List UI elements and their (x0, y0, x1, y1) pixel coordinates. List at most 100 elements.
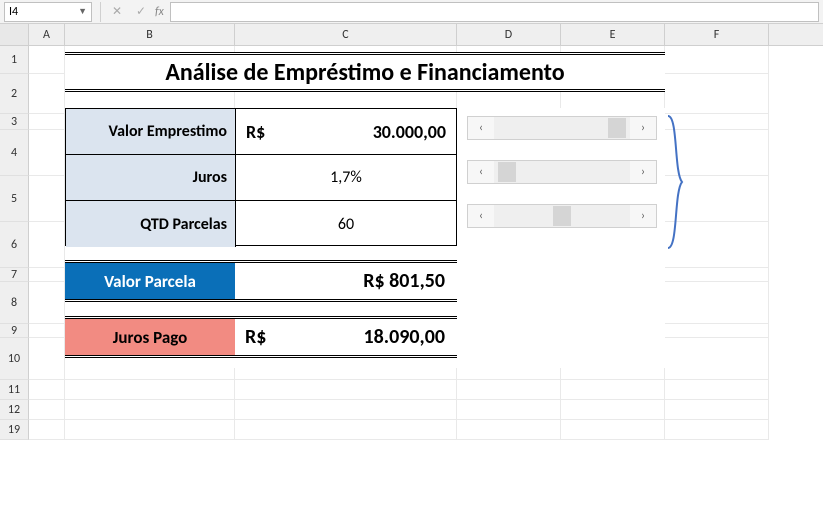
cell[interactable] (29, 282, 65, 324)
arrow-right-icon[interactable]: › (630, 205, 656, 227)
col-header-c[interactable]: C (235, 24, 457, 45)
chevron-down-icon: ▼ (78, 6, 87, 17)
cell[interactable] (29, 114, 65, 130)
scrollbar-thumb[interactable] (498, 162, 516, 182)
divider (100, 2, 101, 22)
row-header[interactable]: 3 (0, 114, 29, 130)
table-row: Juros 1,7% (66, 155, 456, 201)
scrollbar-parcelas[interactable]: ‹ › (467, 204, 657, 228)
cell[interactable] (561, 380, 665, 400)
scrollbar-track[interactable] (494, 117, 630, 139)
formula-input[interactable] (170, 2, 819, 22)
row-header[interactable]: 8 (0, 282, 29, 324)
col-header-b[interactable]: B (65, 24, 235, 45)
value-juros-pago[interactable]: R$ 18.090,00 (235, 319, 457, 355)
cell[interactable] (561, 400, 665, 420)
cell[interactable] (457, 46, 561, 74)
value-qtd-parcelas[interactable]: 60 (236, 201, 456, 247)
row-header[interactable]: 1 (0, 46, 29, 74)
row-header[interactable]: 2 (0, 74, 29, 114)
row-header[interactable]: 10 (0, 338, 29, 380)
cell[interactable] (29, 420, 65, 440)
row-header[interactable]: 7 (0, 268, 29, 282)
arrow-right-icon[interactable]: › (630, 117, 656, 139)
cell[interactable] (665, 130, 769, 176)
amount: 30.000,00 (373, 121, 446, 143)
scrollbar-juros[interactable]: ‹ › (467, 160, 657, 184)
cell[interactable] (29, 46, 65, 74)
cell[interactable] (29, 222, 65, 268)
cell[interactable] (561, 46, 665, 74)
confirm-icon[interactable]: ✓ (131, 2, 151, 22)
loan-inputs-table: Valor Emprestimo R$ 30.000,00 Juros 1,7%… (65, 108, 457, 246)
scrollbar-thumb[interactable] (608, 118, 626, 138)
cell[interactable] (665, 222, 769, 268)
scrollbar-thumb[interactable] (553, 206, 571, 226)
cell[interactable] (29, 338, 65, 380)
cell[interactable] (65, 380, 235, 400)
cell[interactable] (665, 114, 769, 130)
fx-icon[interactable]: fx (155, 5, 164, 19)
cell[interactable] (29, 176, 65, 222)
row-header[interactable]: 4 (0, 130, 29, 176)
row-header[interactable]: 19 (0, 420, 29, 440)
scrollbar-track[interactable] (494, 205, 630, 227)
row-header[interactable]: 6 (0, 222, 29, 268)
cell[interactable] (235, 380, 457, 400)
arrow-left-icon[interactable]: ‹ (468, 161, 494, 183)
cell[interactable] (29, 130, 65, 176)
col-header-e[interactable]: E (561, 24, 665, 45)
cell[interactable] (65, 46, 235, 74)
arrow-right-icon[interactable]: › (630, 161, 656, 183)
cell[interactable] (665, 46, 769, 74)
name-box-value: I4 (9, 5, 18, 19)
scrollbar-valor[interactable]: ‹ › (467, 116, 657, 140)
value-valor-emprestimo[interactable]: R$ 30.000,00 (236, 109, 456, 154)
cell[interactable] (665, 338, 769, 380)
cell[interactable] (665, 268, 769, 282)
cell[interactable] (665, 176, 769, 222)
cell[interactable] (561, 420, 665, 440)
cell[interactable] (457, 420, 561, 440)
arrow-left-icon[interactable]: ‹ (468, 205, 494, 227)
arrow-left-icon[interactable]: ‹ (468, 117, 494, 139)
cell[interactable] (665, 74, 769, 114)
table-row: QTD Parcelas 60 (66, 201, 456, 247)
scrollbar-track[interactable] (494, 161, 630, 183)
col-header-d[interactable]: D (457, 24, 561, 45)
cell[interactable] (65, 420, 235, 440)
cell[interactable] (457, 400, 561, 420)
label-valor-parcela: Valor Parcela (65, 263, 235, 299)
value-juros[interactable]: 1,7% (236, 155, 456, 200)
currency-symbol: R$ (246, 121, 265, 143)
name-box[interactable]: I4 ▼ (4, 2, 92, 22)
cell[interactable] (29, 268, 65, 282)
label-qtd-parcelas: QTD Parcelas (66, 201, 236, 247)
row-header[interactable]: 11 (0, 380, 29, 400)
cell[interactable] (665, 324, 769, 338)
col-header-f[interactable]: F (665, 24, 769, 45)
cell[interactable] (235, 420, 457, 440)
cell[interactable] (29, 400, 65, 420)
row-header[interactable]: 5 (0, 176, 29, 222)
value-valor-parcela[interactable]: R$ 801,50 (235, 263, 457, 299)
col-header-a[interactable]: A (29, 24, 65, 45)
cell[interactable] (665, 420, 769, 440)
cell[interactable] (29, 380, 65, 400)
cell[interactable] (65, 400, 235, 420)
cell[interactable] (665, 282, 769, 324)
column-headers: A B C D E F (0, 24, 823, 46)
select-all-corner[interactable] (0, 24, 29, 45)
cancel-icon[interactable]: ✕ (107, 2, 127, 22)
spreadsheet-grid[interactable]: A B C D E F 1 2 3 4 5 6 (0, 24, 823, 440)
row-header[interactable]: 12 (0, 400, 29, 420)
cell[interactable] (665, 380, 769, 400)
cell[interactable] (665, 400, 769, 420)
cell[interactable] (457, 380, 561, 400)
cell[interactable] (235, 46, 457, 74)
row-header[interactable]: 9 (0, 324, 29, 338)
table-row: Valor Emprestimo R$ 30.000,00 (66, 109, 456, 155)
cell[interactable] (29, 74, 65, 114)
cell[interactable] (235, 400, 457, 420)
cell[interactable] (29, 324, 65, 338)
